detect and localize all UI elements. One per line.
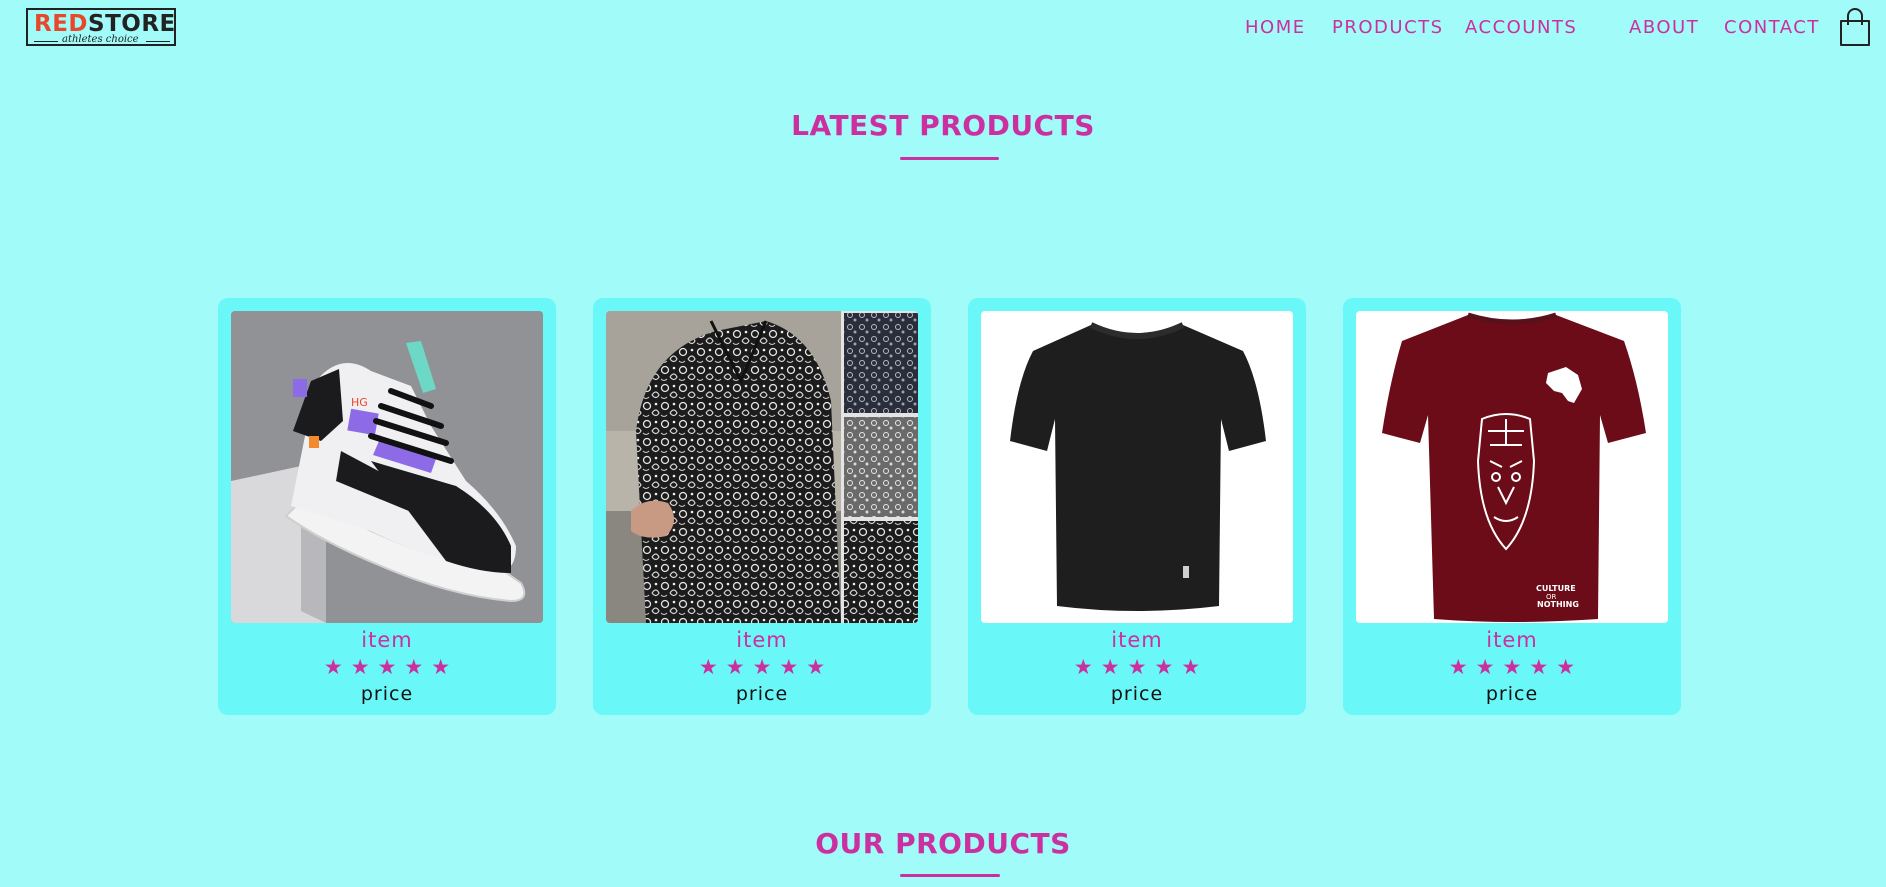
item-name: item [736,628,788,652]
our-title-underline [900,874,1000,877]
logo-rule-left [34,41,58,42]
our-products-title: OUR PRODUCTS [815,827,1071,860]
item-name: item [1486,628,1538,652]
logo-rule-right [146,41,170,42]
nav-home[interactable]: HOME [1245,16,1306,40]
main-nav: HOME PRODUCTS ACCOUNTS ABOUT CONTACT [0,16,1886,40]
star-rating: ★★★★★ [1073,655,1209,679]
nav-accounts[interactable]: ACCOUNTS [1465,16,1577,40]
product-card[interactable]: CULTURE OR NOTHING item ★★★★★ price [1343,298,1681,715]
patterned-shirt-image[interactable] [606,311,918,623]
star-rating: ★★★★★ [698,655,834,679]
item-price: price [1485,683,1539,705]
item-price: price [360,683,414,705]
item-price: price [1110,683,1164,705]
item-name: item [1111,628,1163,652]
maroon-tshirt-image[interactable]: CULTURE OR NOTHING [1356,311,1668,623]
item-name: item [361,628,413,652]
product-card[interactable]: item ★★★★★ price [593,298,931,715]
sneaker-image[interactable]: HG [231,311,543,623]
shopping-bag-icon[interactable] [1838,8,1872,48]
nav-contact[interactable]: CONTACT [1724,16,1820,40]
latest-products-title: LATEST PRODUCTS [791,109,1095,142]
star-rating: ★★★★★ [1448,655,1584,679]
svg-text:CULTURE: CULTURE [1536,584,1576,593]
star-rating: ★★★★★ [323,655,459,679]
nav-about[interactable]: ABOUT [1629,16,1699,40]
nav-products[interactable]: PRODUCTS [1332,16,1444,40]
black-tshirt-image[interactable] [981,311,1293,623]
latest-title-underline [900,157,999,160]
product-card[interactable]: item ★★★★★ price [968,298,1306,715]
svg-text:HG: HG [351,396,368,409]
product-card[interactable]: HG item ★★★★★ price [218,298,556,715]
svg-text:NOTHING: NOTHING [1537,600,1579,609]
item-price: price [735,683,789,705]
